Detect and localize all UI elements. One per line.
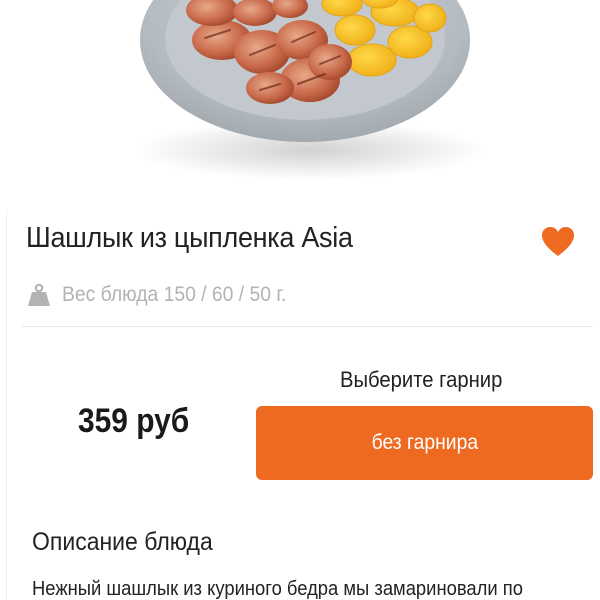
divider [22, 326, 593, 327]
dish-weight: Вес блюда 150 / 60 / 50 г. [26, 280, 306, 310]
description-text: Нежный шашлык из куриного бедра мы замар… [32, 578, 523, 600]
garnish-select-label: без гарнира [371, 431, 478, 454]
garnish-select-button[interactable]: без гарнира [256, 406, 593, 480]
dish-photo [0, 0, 600, 205]
dish-detail-screen: Шашлык из цыпленка Asia Вес блюда 150 / … [0, 0, 600, 600]
favorite-button[interactable] [538, 222, 578, 262]
description-title: Описание блюда [32, 528, 213, 556]
dish-price: 359 руб [78, 402, 190, 440]
weight-label: Вес блюда 150 / 60 / 50 г. [62, 283, 287, 306]
card-edge [6, 210, 7, 600]
garnish-prompt: Выберите гарнир [340, 367, 503, 392]
heart-icon [542, 227, 574, 256]
weight-icon [28, 283, 50, 306]
dish-title: Шашлык из цыпленка Asia [26, 222, 353, 254]
